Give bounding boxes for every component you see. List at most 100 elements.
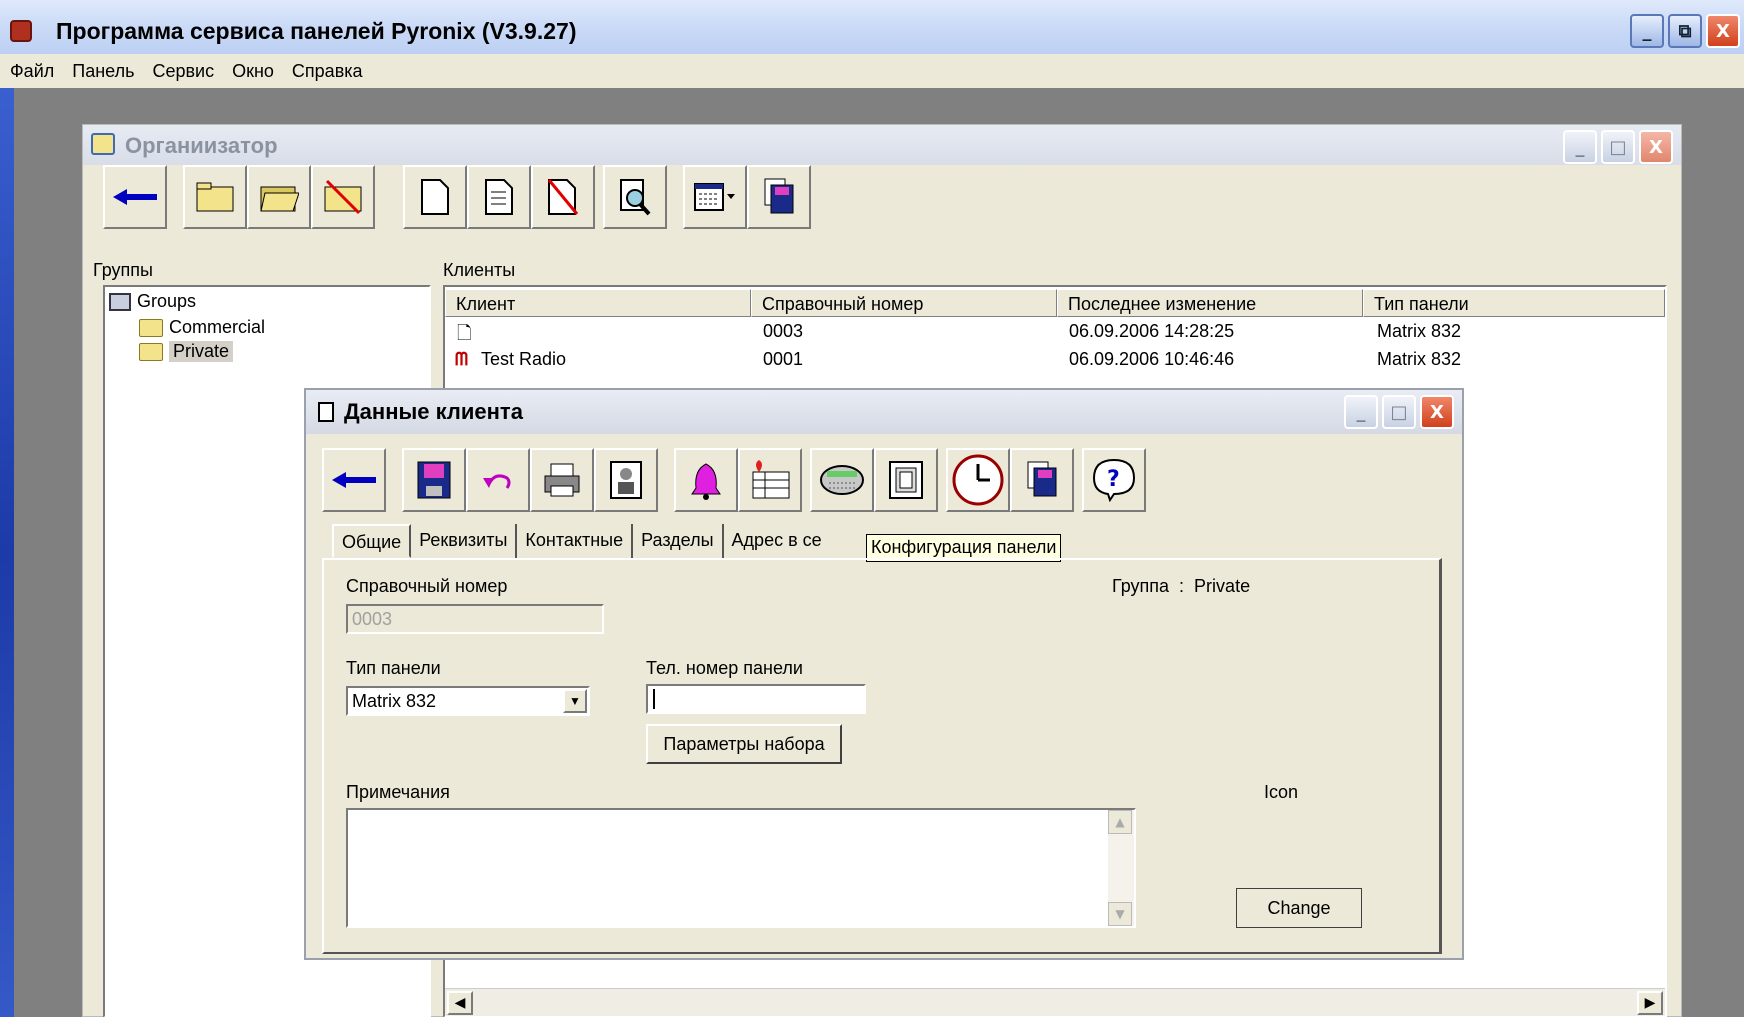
organizer-minimize-button[interactable]: _ — [1563, 130, 1597, 164]
delete-group-button[interactable] — [311, 165, 375, 229]
change-icon-button[interactable]: Change — [1236, 888, 1362, 928]
column-client[interactable]: Клиент — [445, 289, 751, 317]
new-client-button[interactable] — [403, 165, 467, 229]
cell-ref: 0001 — [763, 349, 804, 369]
table-row[interactable]: ᗰ Test Radio 0001 06.09.2006 10:46:46 Ma… — [445, 347, 1665, 375]
arrow-left-icon — [113, 189, 157, 205]
chevron-down-icon[interactable]: ▼ — [563, 689, 587, 713]
dialog-close-button[interactable]: X — [1420, 395, 1454, 429]
export-button[interactable] — [1010, 448, 1074, 512]
organizer-close-button[interactable]: X — [1639, 130, 1673, 164]
cell-ref: 0003 — [763, 321, 804, 341]
help-button[interactable]: ? — [1082, 448, 1146, 512]
dialog-minimize-button[interactable]: _ — [1344, 395, 1378, 429]
menu-help[interactable]: Справка — [292, 61, 363, 82]
panel-type-value: Matrix 832 — [352, 691, 437, 711]
panel-type-select[interactable]: Matrix 832 ▼ — [346, 686, 590, 716]
menu-file[interactable]: Файл — [10, 61, 54, 82]
save-copy-button[interactable] — [747, 165, 811, 229]
view-list-icon — [694, 183, 735, 211]
view-options-button[interactable] — [683, 165, 747, 229]
notes-scrollbar[interactable]: ▲ ▼ — [1108, 810, 1134, 926]
tree-item-groups[interactable]: Groups — [109, 291, 196, 312]
menu-bar: Файл Панель Сервис Окно Справка — [0, 54, 1744, 88]
clock-icon — [952, 454, 1004, 506]
notes-textarea[interactable]: ▲ ▼ — [346, 808, 1136, 928]
cell-panel: Matrix 832 — [1377, 321, 1462, 341]
organizer-maximize-button[interactable]: □ — [1601, 130, 1635, 164]
menu-service[interactable]: Сервис — [152, 61, 214, 82]
undo-button[interactable] — [466, 448, 530, 512]
restore-button[interactable]: ⧉ — [1668, 14, 1702, 48]
open-group-button[interactable] — [247, 165, 311, 229]
text-cursor — [653, 689, 661, 709]
dial-parameters-button[interactable]: Параметры набора — [646, 724, 842, 764]
dialog-caption-buttons: _ □ X — [1344, 395, 1454, 429]
notes-label: Примечания — [346, 782, 450, 802]
folder-icon — [196, 182, 234, 212]
panel-type-label: Тип панели — [346, 658, 441, 678]
app-window: Программа сервиса панелей Pyronix (V3.9.… — [0, 0, 1744, 1017]
scroll-right-button[interactable]: ▶ — [1637, 991, 1663, 1015]
scroll-up-button[interactable]: ▲ — [1108, 810, 1132, 834]
organizer-title: Органиизатор — [125, 133, 278, 158]
app-caption-buttons: _ ⧉ X — [1630, 14, 1740, 48]
tab-details[interactable]: Реквизиты — [411, 524, 518, 558]
id-card-icon — [610, 461, 642, 499]
app-title: Программа сервиса панелей Pyronix (V3.9.… — [56, 18, 577, 44]
dialog-back-button[interactable] — [322, 448, 386, 512]
find-client-button[interactable] — [603, 165, 667, 229]
bell-table-icon — [752, 460, 790, 499]
scroll-down-button[interactable]: ▼ — [1108, 902, 1132, 926]
close-button[interactable]: X — [1706, 14, 1740, 48]
app-icon — [10, 20, 32, 42]
arrow-left-icon — [332, 472, 376, 488]
edit-client-button[interactable] — [467, 165, 531, 229]
tree-item-private[interactable]: Private — [139, 341, 234, 362]
save-button[interactable] — [402, 448, 466, 512]
folder-icon — [139, 318, 163, 337]
phone-label: Тел. номер панели — [646, 658, 803, 678]
organizer-titlebar[interactable]: Органиизатор _ □ X — [83, 125, 1681, 165]
undo-icon — [483, 474, 511, 489]
menu-window[interactable]: Окно — [232, 61, 274, 82]
group-text: Группа : Private — [1112, 576, 1251, 596]
horizontal-scrollbar[interactable]: ◀ ▶ — [445, 988, 1665, 1016]
phone-number-input[interactable] — [646, 684, 866, 714]
new-document-icon — [421, 179, 449, 215]
new-group-button[interactable] — [183, 165, 247, 229]
tab-partitions[interactable]: Разделы — [633, 524, 724, 558]
column-ref-number[interactable]: Справочный номер — [751, 289, 1057, 317]
menu-panel[interactable]: Панель — [72, 61, 134, 82]
tree-item-label: Groups — [137, 291, 197, 311]
client-card-button[interactable] — [594, 448, 658, 512]
tab-general[interactable]: Общие — [332, 524, 412, 558]
open-folder-icon — [260, 186, 299, 212]
back-button[interactable] — [103, 165, 167, 229]
event-log-button[interactable] — [738, 448, 802, 512]
column-panel-type[interactable]: Тип панели — [1363, 289, 1665, 317]
minimize-button[interactable]: _ — [1630, 14, 1664, 48]
print-button[interactable] — [530, 448, 594, 512]
dialog-titlebar[interactable]: Данные клиента _ □ X — [306, 390, 1462, 434]
delete-client-button[interactable] — [531, 165, 595, 229]
scroll-left-button[interactable]: ◀ — [447, 991, 473, 1015]
alarm-button[interactable] — [674, 448, 738, 512]
bell-icon — [691, 463, 721, 500]
clock-button[interactable] — [946, 448, 1010, 512]
copy-disk-icon — [1027, 461, 1057, 497]
tree-item-commercial[interactable]: Commercial — [139, 317, 265, 338]
ref-number-field[interactable]: 0003 — [346, 604, 604, 634]
tab-address[interactable]: Адрес в се — [724, 524, 830, 558]
column-last-modified[interactable]: Последнее изменение — [1057, 289, 1363, 317]
groups-label: Группы — [93, 260, 153, 280]
ref-number-label: Справочный номер — [346, 576, 508, 596]
tab-contacts[interactable]: Контактные — [517, 524, 634, 558]
organizer-caption-buttons: _ □ X — [1563, 130, 1673, 164]
panel-hardware-button[interactable] — [810, 448, 874, 512]
dialog-maximize-button[interactable]: □ — [1382, 395, 1416, 429]
panel-config-button[interactable] — [874, 448, 938, 512]
table-row[interactable]: 🗋 0003 06.09.2006 14:28:25 Matrix 832 — [445, 319, 1665, 347]
client-data-dialog: Данные клиента _ □ X ? Общие Реквизиты К… — [304, 388, 1464, 960]
tree-item-label: Private — [169, 341, 234, 362]
